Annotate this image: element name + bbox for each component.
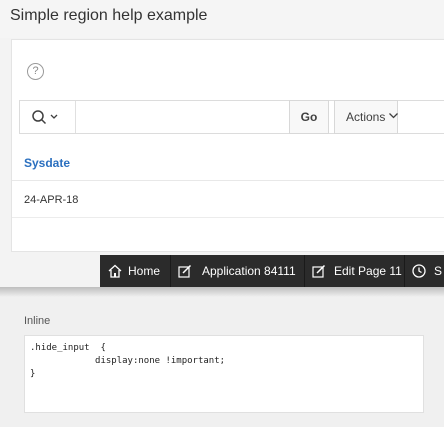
report-toolbar: Go Actions (19, 100, 444, 134)
devbar-session-label: S (434, 264, 443, 278)
devbar-divider (170, 255, 171, 287)
code-line: display:none !important; (30, 356, 226, 366)
dev-toolbar-shadow (0, 287, 444, 297)
developer-toolbar: Home Application 84111 Edit Page 11 S (100, 255, 444, 287)
header-divider (12, 180, 444, 181)
row-divider (12, 217, 444, 218)
inline-label: Inline (24, 315, 51, 327)
code-block: .hide_input { display:none !important; } (24, 335, 424, 413)
page-header: Simple region help example (0, 0, 444, 38)
chevron-down-icon (50, 114, 58, 119)
inline-css-panel: Inline .hide_input { display:none !impor… (0, 297, 444, 427)
column-header-sysdate[interactable]: Sysdate (24, 156, 70, 170)
devbar-application-label: Application 84111 (202, 264, 296, 278)
edit-icon (312, 264, 326, 278)
actions-label: Actions (346, 110, 386, 124)
devbar-home-label: Home (128, 264, 161, 278)
code-line: .hide_input { (30, 343, 106, 353)
search-input[interactable] (76, 101, 289, 133)
code-line: } (30, 369, 36, 379)
go-button[interactable]: Go (289, 100, 329, 134)
edit-icon (178, 264, 192, 278)
devbar-divider (304, 255, 305, 287)
page-title: Simple region help example (10, 7, 208, 24)
search-icon (32, 110, 58, 125)
table-cell: 24-APR-18 (24, 194, 79, 206)
clock-icon (412, 264, 426, 278)
actions-menu-button[interactable]: Actions (334, 100, 398, 134)
report-region: ? Go Actions Sysdate 24-APR-18 (11, 39, 444, 252)
search-column-button[interactable] (20, 101, 76, 133)
devbar-edit-page-label: Edit Page 11 (334, 264, 402, 278)
chevron-down-icon (389, 113, 398, 119)
help-icon[interactable]: ? (27, 63, 44, 80)
home-icon (108, 264, 122, 278)
devbar-divider (404, 255, 405, 287)
